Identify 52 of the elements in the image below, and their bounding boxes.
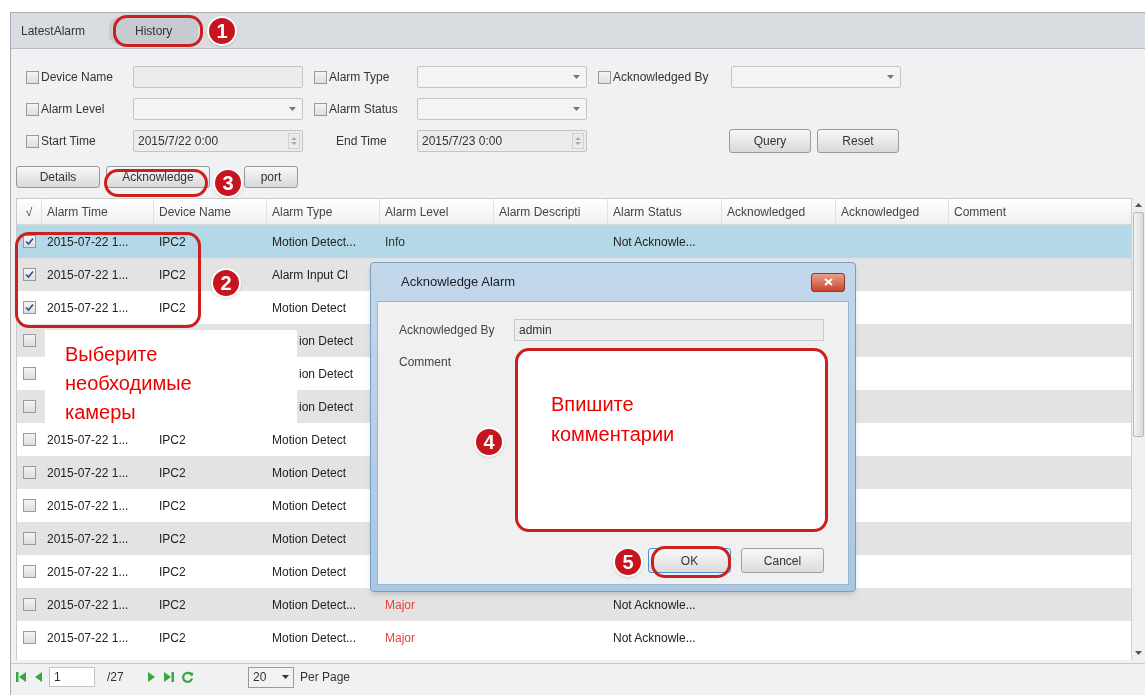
table-cell-text: IPC2 [159, 629, 186, 647]
table-cell-text: IPC2 [159, 530, 186, 548]
callout-text: Выберите необходимые камеры [65, 342, 193, 425]
table-cell-text: Not Acknowle... [613, 629, 696, 647]
table-cell-text: 2015-07-22 1... [47, 497, 129, 515]
table-cell-text: IPC2 [159, 233, 186, 251]
filter-label: Alarm Status [329, 101, 398, 118]
field-label: Acknowledged By [399, 322, 496, 339]
filter-label: Alarm Level [41, 101, 105, 118]
table-cell-text: Motion Detect [272, 431, 347, 449]
table-cell-text: Motion Detect... [272, 596, 357, 614]
table-cell-text: ion Detect [298, 365, 354, 383]
filter-label: Acknowledged By [613, 69, 709, 86]
table-cell-text: 2015-07-22 1... [47, 563, 129, 581]
page-total: /27 [106, 669, 125, 686]
table-cell-text: Motion Detect [272, 563, 347, 581]
table-cell-text: Motion Detect [272, 530, 347, 548]
table-cell-text: Motion Detect [272, 497, 347, 515]
table-cell-text: IPC2 [159, 431, 186, 449]
table-cell-text: 2015-07-22 1... [47, 233, 129, 251]
filter-label: Device Name [41, 69, 114, 86]
table-cell-text: Motion Detect [272, 464, 347, 482]
table-cell-text: Not Acknowle... [613, 233, 696, 251]
table-cell-text: Motion Detect... [272, 629, 357, 647]
table-cell-text: 2015-07-22 1... [47, 464, 129, 482]
table-cell-text: 2015-07-22 1... [47, 299, 129, 317]
table-cell-text: ion Detect [298, 398, 354, 416]
table-cell-text: Motion Detect... [272, 233, 357, 251]
table-cell-text: IPC2 [159, 266, 186, 284]
table-cell-text: IPC2 [159, 596, 186, 614]
table-cell-text: IPC2 [159, 563, 186, 581]
table-cell-text: IPC2 [159, 464, 186, 482]
table-cell-text: Info [385, 233, 405, 251]
table-cell-text: Major [385, 629, 415, 647]
table-cell-text: IPC2 [159, 299, 186, 317]
table-cell-text: 2015-07-22 1... [47, 266, 129, 284]
per-page-label: Per Page [300, 669, 351, 686]
filter-label: Alarm Type [329, 69, 390, 86]
table-cell-text: Alarm Input Cl [272, 266, 349, 284]
table-cell-text: 2015-07-22 1... [47, 431, 129, 449]
table-cell-text: ion Detect [298, 332, 354, 350]
table-cell-text: 2015-07-22 1... [47, 629, 129, 647]
filter-label: Start Time [41, 133, 96, 150]
field-label: Comment [399, 355, 451, 369]
table-cell-text: 2015-07-22 1... [47, 530, 129, 548]
table-cell-text: IPC2 [159, 497, 186, 515]
table-cell-text: Motion Detect [272, 299, 347, 317]
table-cell-text: 2015-07-22 1... [47, 596, 129, 614]
table-cell-text: Major [385, 596, 415, 614]
dialog-title: Acknowledge Alarm [401, 273, 516, 292]
filter-label: End Time [336, 133, 387, 150]
table-cell-text: Not Acknowle... [613, 596, 696, 614]
